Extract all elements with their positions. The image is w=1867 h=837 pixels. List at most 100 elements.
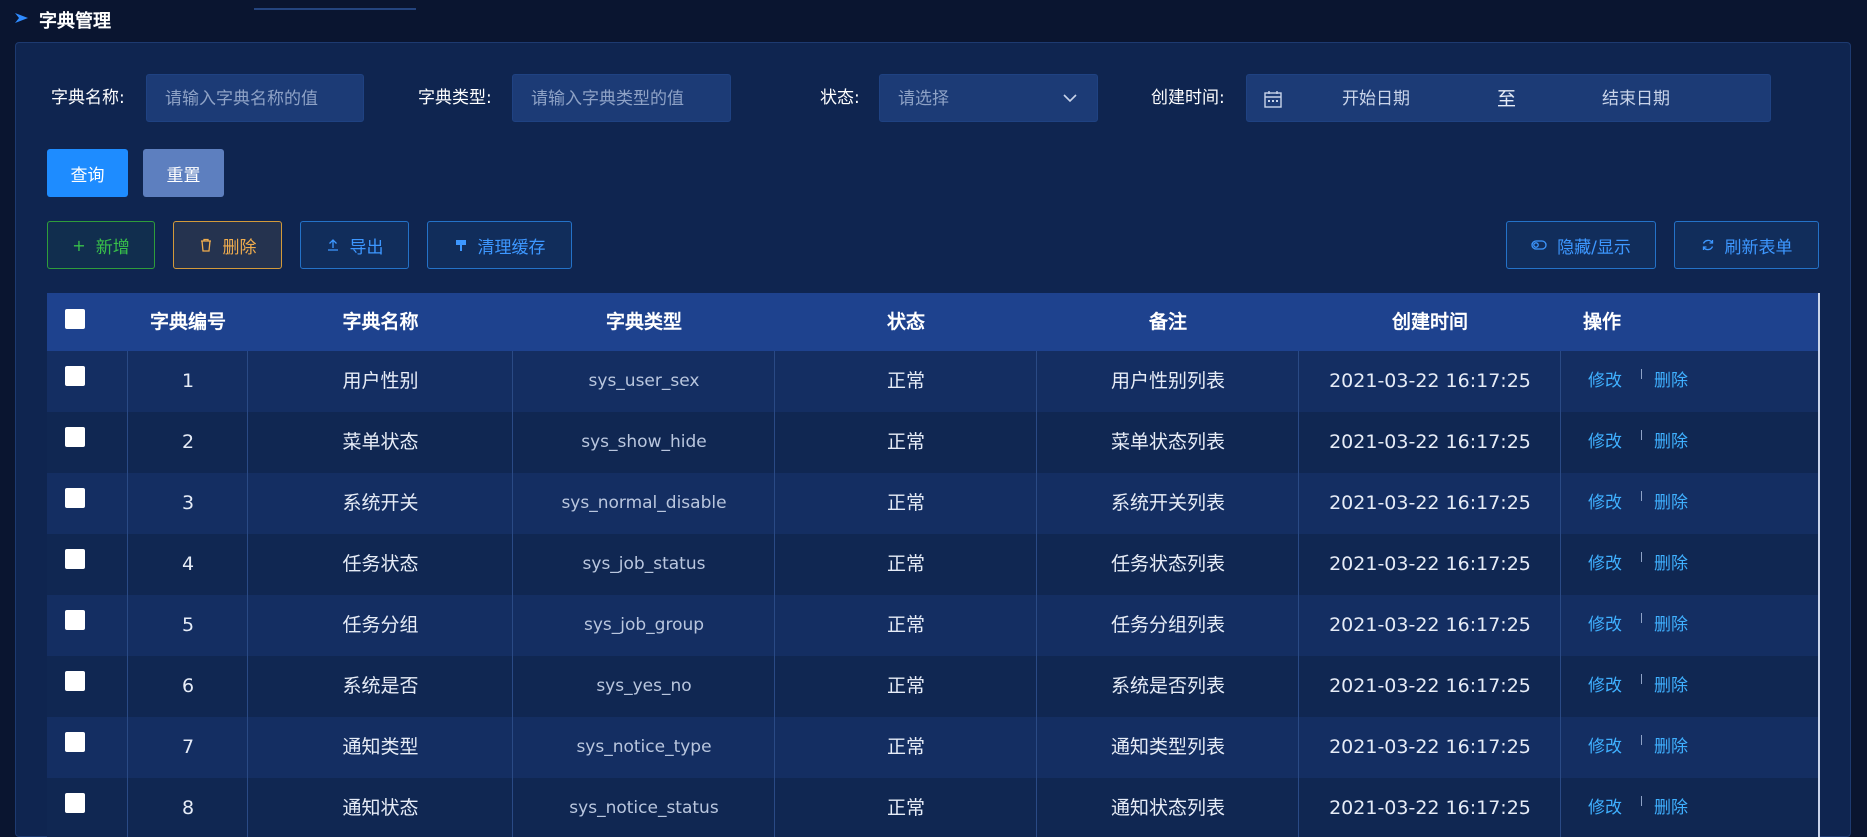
column-divider xyxy=(774,351,775,837)
cell-id: 2 xyxy=(181,431,195,453)
toggle-icon xyxy=(1531,240,1547,250)
status-label: 状态: xyxy=(820,88,860,108)
export-button-label: 导出 xyxy=(349,237,384,258)
table-header: 字典编号 字典名称 字典类型 状态 备注 创建时间 操作 xyxy=(47,293,1818,351)
row-delete-link[interactable]: 删除 xyxy=(1654,534,1688,595)
column-header-name: 字典名称 xyxy=(342,311,419,333)
dict-table: 字典编号 字典名称 字典类型 状态 备注 创建时间 操作 1 用户性别 sys_us… xyxy=(47,293,1820,837)
cell-name: 通知类型 xyxy=(342,736,419,758)
row-edit-link[interactable]: 修改 xyxy=(1588,473,1622,534)
clear-cache-button-label: 清理缓存 xyxy=(477,237,546,258)
row-edit-link[interactable]: 修改 xyxy=(1588,534,1622,595)
add-button-label: 新增 xyxy=(95,237,130,258)
trash-icon xyxy=(200,238,211,252)
dict-name-input-wrapper xyxy=(146,74,364,122)
cell-created: 2021-03-22 16:17:25 xyxy=(1329,553,1531,575)
cell-remark: 系统是否列表 xyxy=(1110,675,1225,697)
status-select-placeholder: 请选择 xyxy=(898,89,949,109)
row-delete-link[interactable]: 删除 xyxy=(1654,351,1688,412)
reset-button[interactable]: 重置 xyxy=(143,149,224,197)
row-checkbox[interactable] xyxy=(65,366,85,386)
calendar-icon xyxy=(1264,91,1282,108)
row-delete-link[interactable]: 删除 xyxy=(1654,717,1688,778)
cell-status: 正常 xyxy=(886,431,925,453)
action-separator xyxy=(1641,491,1642,501)
row-checkbox[interactable] xyxy=(65,732,85,752)
table-row: 2 菜单状态 sys_show_hide 正常 菜单状态列表 2021-03-22 16:… xyxy=(47,412,1818,473)
add-button[interactable]: + 新增 xyxy=(47,221,155,269)
cell-status: 正常 xyxy=(886,736,925,758)
export-button[interactable]: 导出 xyxy=(300,221,409,269)
cell-name: 系统开关 xyxy=(342,492,419,514)
row-edit-link[interactable]: 修改 xyxy=(1588,412,1622,473)
row-edit-link[interactable]: 修改 xyxy=(1588,351,1622,412)
action-separator xyxy=(1641,369,1642,379)
cell-created: 2021-03-22 16:17:25 xyxy=(1329,614,1531,636)
dict-name-input[interactable] xyxy=(165,76,363,121)
column-header-remark: 备注 xyxy=(1148,311,1187,333)
table-row: 4 任务状态 sys_job_status 正常 任务状态列表 2021-03-22 16… xyxy=(47,534,1818,595)
toggle-columns-button[interactable]: 隐藏/显示 xyxy=(1506,221,1656,269)
query-button[interactable]: 查询 xyxy=(47,149,128,197)
select-all-checkbox[interactable] xyxy=(65,309,85,329)
column-header-type: 字典类型 xyxy=(605,311,682,333)
created-time-label: 创建时间: xyxy=(1151,88,1225,108)
header-tab-indicator xyxy=(254,0,416,10)
column-divider xyxy=(1560,351,1561,837)
row-delete-link[interactable]: 删除 xyxy=(1654,595,1688,656)
cell-created: 2021-03-22 16:17:25 xyxy=(1329,797,1531,819)
cell-created: 2021-03-22 16:17:25 xyxy=(1329,675,1531,697)
delete-button[interactable]: 删除 xyxy=(173,221,282,269)
cell-remark: 用户性别列表 xyxy=(1110,370,1225,392)
brush-icon xyxy=(455,240,466,251)
column-header-created: 创建时间 xyxy=(1391,311,1468,333)
row-checkbox[interactable] xyxy=(65,488,85,508)
clear-cache-button[interactable]: 清理缓存 xyxy=(427,221,572,269)
row-edit-link[interactable]: 修改 xyxy=(1588,595,1622,656)
row-checkbox[interactable] xyxy=(65,427,85,447)
row-checkbox[interactable] xyxy=(65,549,85,569)
cell-remark: 菜单状态列表 xyxy=(1110,431,1225,453)
cell-created: 2021-03-22 16:17:25 xyxy=(1329,431,1531,453)
column-divider xyxy=(127,351,128,837)
cell-status: 正常 xyxy=(886,553,925,575)
toggle-columns-label: 隐藏/显示 xyxy=(1557,237,1631,258)
row-delete-link[interactable]: 删除 xyxy=(1654,412,1688,473)
dict-type-label: 字典类型: xyxy=(418,88,492,108)
cell-id: 7 xyxy=(181,736,195,758)
row-delete-link[interactable]: 删除 xyxy=(1654,473,1688,534)
cell-name: 菜单状态 xyxy=(342,431,419,453)
action-separator xyxy=(1641,430,1642,440)
column-divider xyxy=(1036,351,1037,837)
status-select[interactable]: 请选择 xyxy=(879,74,1098,122)
refresh-button-label: 刷新表单 xyxy=(1724,237,1793,258)
cell-status: 正常 xyxy=(886,675,925,697)
row-checkbox[interactable] xyxy=(65,671,85,691)
column-header-status: 状态 xyxy=(886,311,925,333)
cell-id: 1 xyxy=(181,370,195,392)
column-header-id: 字典编号 xyxy=(149,311,226,333)
action-separator xyxy=(1641,796,1642,806)
row-edit-link[interactable]: 修改 xyxy=(1588,717,1622,778)
start-date-input[interactable]: 开始日期 xyxy=(1342,75,1410,121)
action-separator xyxy=(1641,674,1642,684)
refresh-button[interactable]: 刷新表单 xyxy=(1674,221,1819,269)
table-row: 3 系统开关 sys_normal_disable 正常 系统开关列表 2021-03-2… xyxy=(47,473,1818,534)
date-range-separator: 至 xyxy=(1497,88,1517,110)
end-date-input[interactable]: 结束日期 xyxy=(1602,75,1670,121)
date-range-picker[interactable]: 开始日期 至 结束日期 xyxy=(1246,74,1771,122)
dict-type-input-wrapper xyxy=(512,74,731,122)
page-title: 字典管理 xyxy=(39,11,111,32)
cell-created: 2021-03-22 16:17:25 xyxy=(1329,736,1531,758)
row-checkbox[interactable] xyxy=(65,610,85,630)
cell-id: 3 xyxy=(181,492,195,514)
row-edit-link[interactable]: 修改 xyxy=(1588,656,1622,717)
row-delete-link[interactable]: 删除 xyxy=(1654,778,1688,837)
table-row: 1 用户性别 sys_user_sex 正常 用户性别列表 2021-03-22 16:1… xyxy=(47,351,1818,412)
row-delete-link[interactable]: 删除 xyxy=(1654,656,1688,717)
cell-type: sys_normal_disable xyxy=(561,493,727,513)
row-checkbox[interactable] xyxy=(65,793,85,813)
cell-remark: 任务状态列表 xyxy=(1110,553,1225,575)
row-edit-link[interactable]: 修改 xyxy=(1588,778,1622,837)
dict-type-input[interactable] xyxy=(531,76,730,121)
